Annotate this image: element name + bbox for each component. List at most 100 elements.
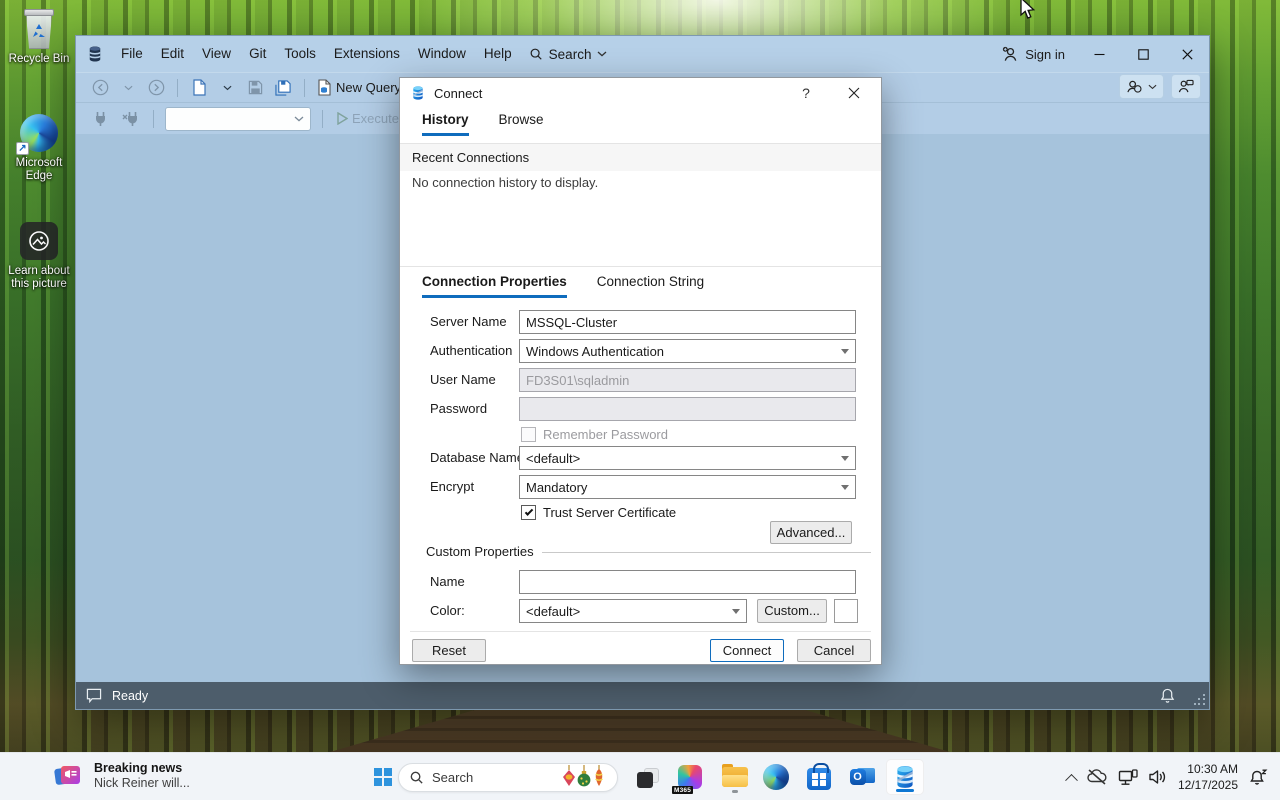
minimize-button[interactable] bbox=[1077, 36, 1121, 72]
database-selector-combo[interactable] bbox=[165, 107, 311, 131]
tab-history[interactable]: History bbox=[422, 112, 469, 136]
trust-server-certificate-label: Trust Server Certificate bbox=[543, 505, 676, 521]
chevron-down-icon bbox=[841, 456, 849, 461]
speaker-icon bbox=[1148, 769, 1167, 785]
menu-window[interactable]: Window bbox=[409, 36, 475, 72]
menu-extensions[interactable]: Extensions bbox=[325, 36, 409, 72]
outlook-button[interactable]: O bbox=[843, 759, 881, 795]
file-explorer-button[interactable] bbox=[716, 759, 754, 795]
dialog-ssms-icon bbox=[410, 85, 426, 101]
chevron-up-icon bbox=[1065, 773, 1078, 786]
custom-name-input[interactable] bbox=[519, 570, 856, 594]
server-name-input[interactable] bbox=[519, 310, 856, 334]
recent-connections-empty-message: No connection history to display. bbox=[412, 175, 598, 190]
ssms-taskbar-button[interactable] bbox=[886, 759, 924, 795]
navigate-back-button[interactable] bbox=[88, 76, 112, 100]
color-combo[interactable]: <default> bbox=[519, 599, 747, 623]
notification-center-button[interactable] bbox=[1244, 759, 1274, 795]
menu-edit[interactable]: Edit bbox=[152, 36, 193, 72]
new-query-button[interactable]: New Query bbox=[314, 76, 404, 100]
desktop-icon-label: Recycle Bin bbox=[0, 53, 78, 66]
chevron-down-icon bbox=[1148, 84, 1157, 90]
menu-tools[interactable]: Tools bbox=[275, 36, 325, 72]
volume-button[interactable] bbox=[1143, 759, 1172, 795]
connect-button[interactable]: Connect bbox=[710, 639, 784, 662]
plug-change-icon bbox=[122, 111, 139, 127]
task-view-button[interactable] bbox=[629, 759, 667, 795]
new-file-dropdown[interactable] bbox=[215, 76, 239, 100]
desktop-icon-recycle-bin[interactable]: Recycle Bin bbox=[0, 8, 78, 66]
onedrive-paused-button[interactable] bbox=[1081, 759, 1113, 795]
chevron-down-icon bbox=[597, 51, 607, 57]
advanced-button[interactable]: Advanced... bbox=[770, 521, 852, 544]
maximize-button[interactable] bbox=[1121, 36, 1165, 72]
tab-connection-properties[interactable]: Connection Properties bbox=[422, 274, 567, 298]
widget-subtitle: Nick Reiner will... bbox=[94, 776, 190, 791]
reset-button[interactable]: Reset bbox=[412, 639, 486, 662]
task-view-icon bbox=[637, 768, 659, 788]
accounts-button[interactable] bbox=[1119, 74, 1164, 99]
password-input[interactable] bbox=[519, 397, 856, 421]
tab-connection-string[interactable]: Connection String bbox=[597, 274, 704, 298]
copilot-m365-button[interactable]: M365 bbox=[671, 759, 709, 795]
edge-icon: ↗ bbox=[0, 112, 78, 154]
color-swatch[interactable] bbox=[834, 599, 858, 623]
menu-help[interactable]: Help bbox=[475, 36, 521, 72]
change-connection-button[interactable] bbox=[118, 107, 142, 131]
search-icon bbox=[409, 770, 424, 785]
user-name-input[interactable] bbox=[519, 368, 856, 392]
new-file-button[interactable] bbox=[187, 76, 211, 100]
desktop-icon-label: Microsoft Edge bbox=[7, 157, 71, 183]
menu-view[interactable]: View bbox=[193, 36, 240, 72]
divider bbox=[400, 266, 881, 267]
clock[interactable]: 10:30 AM 12/17/2025 bbox=[1172, 761, 1244, 793]
chevron-down-icon bbox=[732, 609, 740, 614]
encrypt-label: Encrypt bbox=[430, 475, 474, 499]
encrypt-value: Mandatory bbox=[526, 480, 587, 495]
execute-button[interactable]: Execute bbox=[334, 107, 402, 131]
status-message: Ready bbox=[112, 689, 148, 703]
hidden-icons-button[interactable] bbox=[1062, 759, 1081, 795]
menu-git[interactable]: Git bbox=[240, 36, 275, 72]
mouse-cursor bbox=[1015, 0, 1037, 23]
authentication-label: Authentication bbox=[430, 339, 512, 363]
network-button[interactable] bbox=[1113, 759, 1143, 795]
dialog-title: Connect bbox=[434, 86, 482, 101]
dialog-help-button[interactable]: ? bbox=[791, 85, 821, 101]
close-button[interactable] bbox=[1165, 36, 1209, 72]
trust-server-certificate-checkbox[interactable] bbox=[521, 505, 536, 520]
authentication-combo[interactable]: Windows Authentication bbox=[519, 339, 856, 363]
custom-color-button[interactable]: Custom... bbox=[757, 599, 827, 623]
resize-grip[interactable] bbox=[1194, 694, 1206, 706]
encrypt-combo[interactable]: Mandatory bbox=[519, 475, 856, 499]
notifications-bell-icon[interactable] bbox=[1160, 688, 1175, 704]
menu-file[interactable]: File bbox=[112, 36, 152, 72]
edge-button[interactable] bbox=[757, 759, 795, 795]
save-button[interactable] bbox=[243, 76, 267, 100]
recent-connections-heading: Recent Connections bbox=[412, 150, 529, 165]
connect-db-button[interactable] bbox=[88, 107, 112, 131]
remember-password-checkbox[interactable] bbox=[521, 427, 536, 442]
save-all-button[interactable] bbox=[271, 76, 295, 100]
microsoft-store-button[interactable] bbox=[800, 759, 838, 795]
sign-in-button[interactable]: Sign in bbox=[990, 46, 1077, 63]
back-history-dropdown[interactable] bbox=[116, 76, 140, 100]
database-name-combo[interactable]: <default> bbox=[519, 446, 856, 470]
back-arrow-icon bbox=[92, 79, 109, 96]
navigate-forward-button[interactable] bbox=[144, 76, 168, 100]
taskbar-search[interactable]: Search bbox=[398, 763, 618, 792]
menu-search[interactable]: Search bbox=[521, 47, 616, 62]
tab-browse[interactable]: Browse bbox=[499, 112, 544, 136]
plug-icon bbox=[94, 111, 107, 127]
desktop-icon-microsoft-edge[interactable]: ↗ Microsoft Edge bbox=[0, 112, 78, 183]
feedback-button[interactable] bbox=[1171, 74, 1201, 99]
checkmark-icon bbox=[524, 507, 532, 515]
accounts-icon bbox=[1126, 79, 1143, 94]
dialog-close-button[interactable] bbox=[837, 81, 871, 105]
save-all-icon bbox=[275, 80, 291, 96]
widgets-button[interactable]: Breaking news Nick Reiner will... bbox=[48, 759, 196, 793]
desktop-icon-learn-about-picture[interactable]: Learn about this picture bbox=[0, 220, 78, 291]
news-widget-icon bbox=[54, 763, 82, 789]
start-button[interactable] bbox=[364, 759, 402, 795]
cancel-button[interactable]: Cancel bbox=[797, 639, 871, 662]
